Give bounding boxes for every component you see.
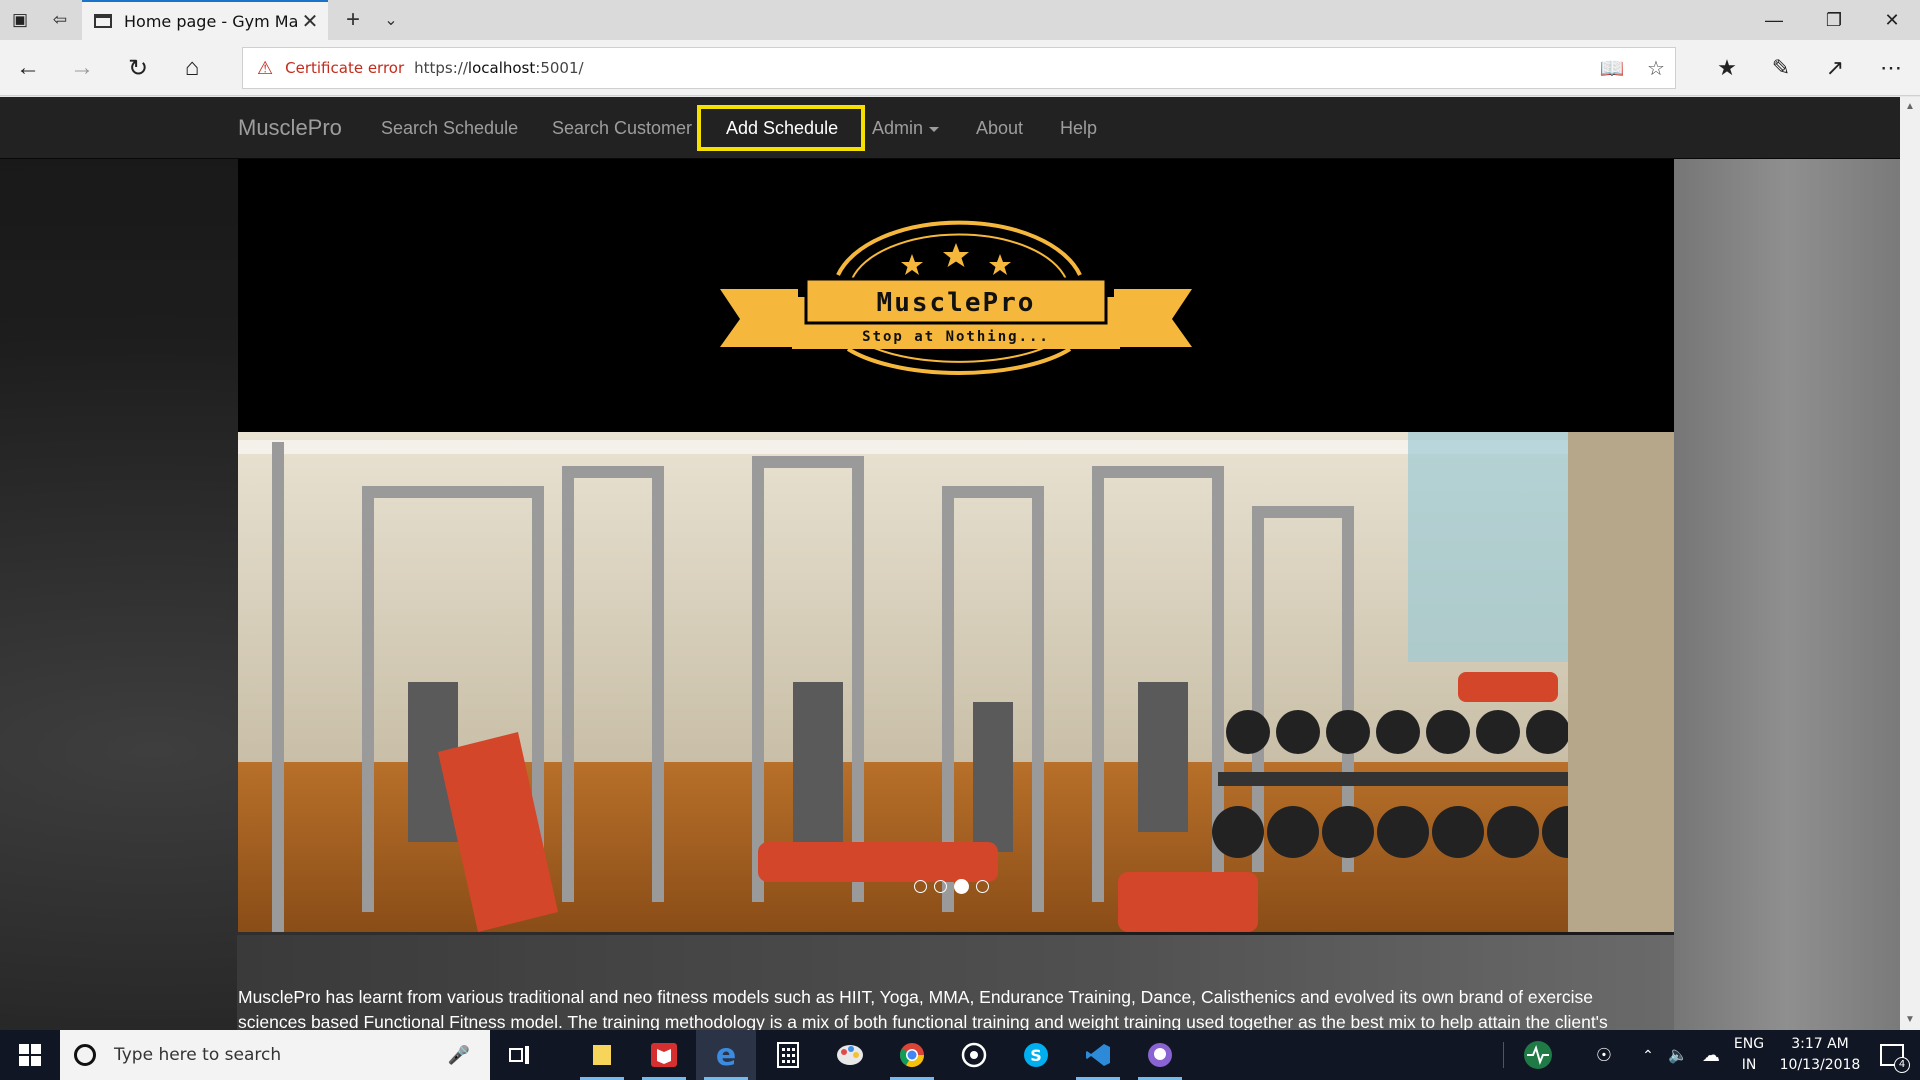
nav-search-customer[interactable]: Search Customer [552, 97, 692, 159]
nav-add-schedule[interactable]: Add Schedule [726, 97, 838, 159]
tabs-aside-icon[interactable]: ▣ [0, 0, 40, 40]
back-icon[interactable]: ← [2, 40, 54, 96]
logo-star [943, 243, 969, 267]
reader-app-icon[interactable] [634, 1030, 694, 1080]
show-hidden-icons-icon[interactable]: ⌃ [1634, 1030, 1662, 1080]
reading-view-icon[interactable]: 📖 [1595, 48, 1629, 88]
nav-search-schedule[interactable]: Search Schedule [381, 97, 518, 159]
notification-count: 4 [1894, 1057, 1910, 1073]
carousel-dot-2[interactable] [934, 880, 947, 893]
windows-taskbar: Type here to search 🎤 e S ☉ ⌃ 🔈 ☁ ENG IN [0, 1030, 1920, 1080]
site-navbar: MusclePro Search Schedule Search Custome… [0, 97, 1900, 159]
page-scrollbar[interactable]: ▲ ▼ [1900, 97, 1920, 1030]
chevron-down-icon[interactable]: ⌄ [376, 0, 406, 40]
clock-date: 10/13/2018 [1779, 1057, 1861, 1073]
tab-title: Home page - Gym Man [124, 11, 298, 31]
onedrive-cloud-icon[interactable]: ☁ [1694, 1030, 1728, 1080]
url-path: :5001/ [535, 59, 584, 77]
microphone-icon[interactable]: 🎤 [448, 1045, 470, 1066]
hero-carousel[interactable] [238, 432, 1674, 932]
groove-music-icon[interactable] [944, 1030, 1004, 1080]
task-view-icon[interactable] [490, 1030, 550, 1080]
windows-start-icon[interactable] [0, 1030, 60, 1080]
url-text: https://localhost:5001/ [414, 59, 583, 77]
gym-photo [238, 432, 1674, 932]
volume-icon[interactable]: 🔈 [1662, 1030, 1694, 1080]
paint-app-icon[interactable] [820, 1030, 880, 1080]
calculator-icon[interactable] [758, 1030, 818, 1080]
intro-paragraph: MusclePro has learnt from various tradit… [238, 987, 1608, 1030]
language-indicator[interactable]: ENG IN [1728, 1030, 1770, 1080]
nav-about[interactable]: About [976, 97, 1023, 159]
hero-logo-banner: MusclePro Stop at Nothing... [238, 159, 1674, 432]
scroll-down-icon[interactable]: ▼ [1900, 1010, 1920, 1028]
cortana-icon [74, 1044, 96, 1066]
minimize-icon[interactable]: — [1746, 0, 1802, 40]
svg-text:S: S [1030, 1046, 1042, 1065]
close-tab-icon[interactable]: ✕ [298, 9, 322, 34]
search-placeholder: Type here to search [114, 1045, 282, 1065]
warning-icon: ⚠ [257, 57, 274, 78]
nav-admin-dropdown[interactable]: Admin [872, 97, 940, 159]
certificate-error-label[interactable]: Certificate error [285, 59, 404, 77]
logo-title: MusclePro [877, 288, 1036, 318]
nav-help[interactable]: Help [1060, 97, 1097, 159]
action-center-icon[interactable]: 4 [1868, 1030, 1916, 1080]
vscode-icon[interactable] [1068, 1030, 1128, 1080]
scroll-up-icon[interactable]: ▲ [1900, 97, 1920, 115]
set-tabs-aside-icon[interactable]: ⇦ [40, 0, 80, 40]
url-scheme: https:// [414, 59, 468, 77]
photo-right-wall [1568, 432, 1674, 932]
close-window-icon[interactable]: ✕ [1864, 0, 1920, 40]
forward-icon[interactable]: → [56, 40, 108, 96]
clock[interactable]: 3:17 AM 10/13/2018 [1772, 1030, 1868, 1080]
github-desktop-icon[interactable] [1130, 1030, 1190, 1080]
file-explorer-icon[interactable] [572, 1030, 632, 1080]
restore-icon[interactable]: ❐ [1806, 0, 1862, 40]
carousel-indicators [914, 879, 989, 894]
taskbar-search[interactable]: Type here to search 🎤 [60, 1030, 490, 1080]
url-host: localhost [467, 59, 536, 77]
logo-star [989, 254, 1011, 275]
activity-monitor-icon[interactable] [1518, 1030, 1558, 1080]
clock-time: 3:17 AM [1791, 1036, 1849, 1052]
site-brand[interactable]: MusclePro [238, 97, 342, 159]
share-icon[interactable]: ↗ [1810, 40, 1860, 96]
more-menu-icon[interactable]: ⋯ [1866, 40, 1916, 96]
pen-notes-icon[interactable]: ✎ [1756, 40, 1806, 96]
logo-arc-top [836, 220, 1082, 276]
nav-admin-label: Admin [872, 118, 924, 138]
background-blur-right [1674, 159, 1900, 1030]
home-icon[interactable]: ⌂ [166, 40, 218, 96]
tray-divider [1500, 1030, 1506, 1080]
page-icon [94, 14, 112, 28]
browser-tab-bar: ▣ ⇦ Home page - Gym Man ✕ + ⌄ — ❐ ✕ [0, 0, 1920, 40]
logo-tagline: Stop at Nothing... [862, 329, 1050, 345]
address-field[interactable]: ⚠ Certificate error https://localhost:50… [242, 47, 1676, 89]
carousel-dot-4[interactable] [976, 880, 989, 893]
edge-browser-icon[interactable]: e [696, 1030, 756, 1080]
caret-down-icon [929, 126, 940, 132]
people-icon[interactable]: ☉ [1584, 1030, 1624, 1080]
language-code: ENG [1733, 1036, 1765, 1052]
new-tab-icon[interactable]: + [338, 0, 368, 40]
favorites-hub-icon[interactable]: ★ [1702, 40, 1752, 96]
browser-tab[interactable]: Home page - Gym Man ✕ [82, 0, 328, 40]
page-viewport: MusclePro Search Schedule Search Custome… [0, 97, 1900, 1030]
carousel-dot-3-active[interactable] [954, 879, 969, 894]
ribbon-right [1114, 289, 1192, 347]
chrome-icon[interactable] [882, 1030, 942, 1080]
carousel-dot-1[interactable] [914, 880, 927, 893]
ribbon-left [720, 289, 798, 347]
musclepro-logo: MusclePro Stop at Nothing... [720, 220, 1192, 375]
logo-star [901, 254, 923, 275]
skype-icon[interactable]: S [1006, 1030, 1066, 1080]
address-toolbar: ← → ↻ ⌂ ⚠ Certificate error https://loca… [0, 40, 1920, 96]
favorite-star-icon[interactable]: ☆ [1639, 48, 1673, 88]
region-code: IN [1741, 1057, 1757, 1073]
refresh-icon[interactable]: ↻ [112, 40, 164, 96]
